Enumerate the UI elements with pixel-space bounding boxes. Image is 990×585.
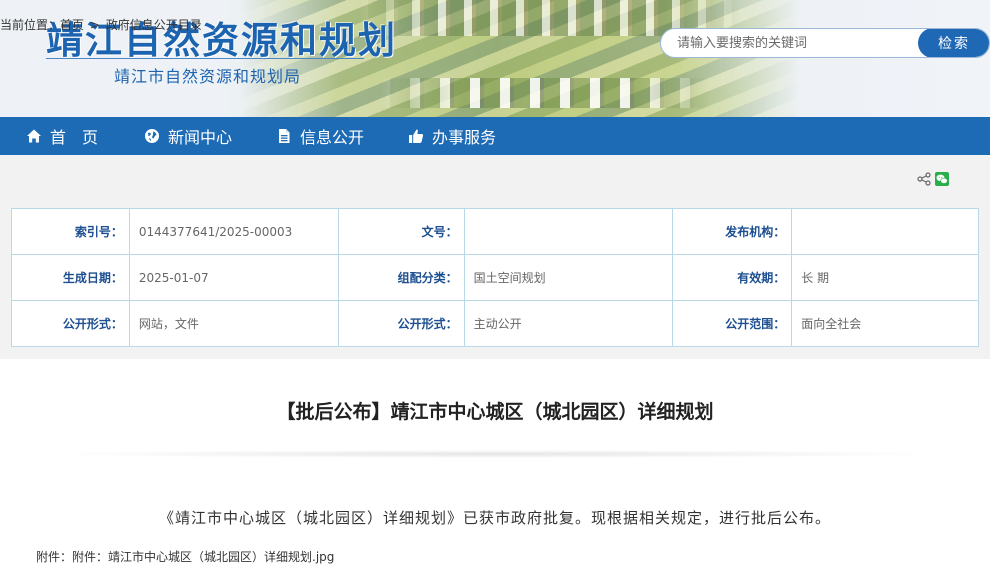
nav-item-home[interactable]: 首 页 [26,117,98,155]
nav-item-services-label: 办事服务 [432,128,497,147]
share-tools [917,171,949,190]
meta-value-category: 国土空间规划 [463,254,674,301]
breadcrumb-bar [0,155,990,197]
title-divider-shadow [55,450,935,458]
meta-value-validity: 长 期 [791,254,979,301]
meta-key-scope: 公开范围： [672,300,793,347]
meta-value-index: 0144377641/2025-00003 [128,208,339,255]
search-box: 检索 [660,28,990,58]
nav-item-info-label: 信息公开 [300,128,365,147]
meta-key-index: 索引号： [11,208,130,255]
meta-key-category: 组配分类： [337,254,465,301]
thumbs-up-icon [408,128,424,144]
meta-key-date: 生成日期： [11,254,130,301]
metadata-table: 索引号： 0144377641/2025-00003 文号： 发布机构： 生成日… [11,208,979,347]
nav-item-news[interactable]: 新闻中心 [144,117,232,155]
meta-value-format: 网站，文件 [128,300,339,347]
home-icon [26,128,42,144]
search-input[interactable] [661,29,918,57]
main-nav: 首 页 新闻中心 信息公开 办事服务 [0,117,990,155]
table-row: 公开形式： 网站，文件 公开形式： 主动公开 公开范围： 面向全社会 [11,300,979,347]
nav-item-news-label: 新闻中心 [168,128,233,147]
table-row: 索引号： 0144377641/2025-00003 文号： 发布机构： [11,208,979,255]
metadata-panel: 索引号： 0144377641/2025-00003 文号： 发布机构： 生成日… [0,197,990,359]
meta-key-validity: 有效期： [672,254,793,301]
breadcrumb-current-link[interactable]: 政府信息公开目录 [106,18,202,32]
document-icon [276,128,292,144]
search-button[interactable]: 检索 [918,29,989,57]
attachment-line: 附件：附件：靖江市中心城区（城北园区）详细规划.jpg [36,548,334,565]
breadcrumb-home-link[interactable]: 首页 [60,18,84,32]
meta-key-disclosure: 公开形式： [337,300,465,347]
attachment-link[interactable]: 靖江市中心城区（城北园区）详细规划.jpg [108,550,334,564]
globe-icon [144,128,160,144]
meta-key-publisher: 发布机构： [672,208,793,255]
article-title: 【批后公布】靖江市中心城区（城北园区）详细规划 [276,401,714,423]
nav-item-info[interactable]: 信息公开 [276,117,364,155]
site-subtitle: 靖江市自然资源和规划局 [114,67,302,86]
meta-key-doc-number: 文号： [337,208,465,255]
breadcrumb-prefix: 当前位置： [0,18,61,32]
banner-village-image-lower [380,78,710,108]
meta-value-date: 2025-01-07 [128,254,339,301]
meta-value-disclosure: 主动公开 [463,300,674,347]
nav-item-services[interactable]: 办事服务 [408,117,496,155]
table-row: 生成日期： 2025-01-07 组配分类： 国土空间规划 有效期： 长 期 [11,254,979,301]
wechat-icon[interactable] [935,171,949,190]
meta-value-doc-number [463,208,674,255]
share-icon[interactable] [917,171,931,190]
attachment-prefix: 附件：附件： [36,550,109,564]
meta-key-format: 公开形式： [11,300,130,347]
title-divider [46,58,364,59]
meta-value-publisher [791,208,979,255]
article-body: 《靖江市中心城区（城北园区）详细规划》已获市政府批复。现根据相关规定，进行批后公… [158,509,831,527]
nav-item-home-label: 首 页 [50,128,99,147]
breadcrumb-separator: > [89,18,100,32]
breadcrumb: 当前位置：首页 > 政府信息公开目录 [0,16,202,33]
meta-value-scope: 面向全社会 [791,300,979,347]
